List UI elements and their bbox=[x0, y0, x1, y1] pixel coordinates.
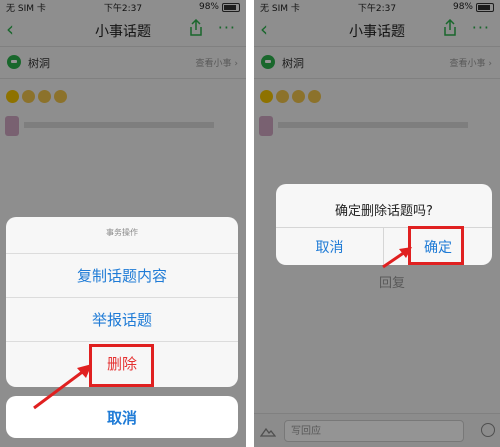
copy-topic-button[interactable]: 复制话题内容 bbox=[6, 253, 238, 296]
action-sheet-title: 事务操作 bbox=[106, 228, 138, 237]
dialog-cancel-button[interactable]: 取消 bbox=[276, 228, 384, 265]
dialog-title: 确定删除话题吗? bbox=[335, 204, 433, 219]
report-topic-button[interactable]: 举报话题 bbox=[6, 297, 238, 340]
pointer-arrow-icon bbox=[33, 364, 92, 410]
screen-gap bbox=[246, 0, 254, 447]
confirm-highlight-box bbox=[408, 226, 464, 265]
left-screen: 无 SIM 卡 下午2:37 98% ‹ 小事话题 ··· 树洞 查看小事 › … bbox=[0, 0, 246, 447]
delete-highlight-box bbox=[89, 344, 154, 387]
right-screen: 无 SIM 卡 下午2:37 98% ‹ 小事话题 ··· 树洞 查看小事 › … bbox=[254, 0, 500, 447]
pointer-arrow-icon bbox=[382, 247, 412, 269]
